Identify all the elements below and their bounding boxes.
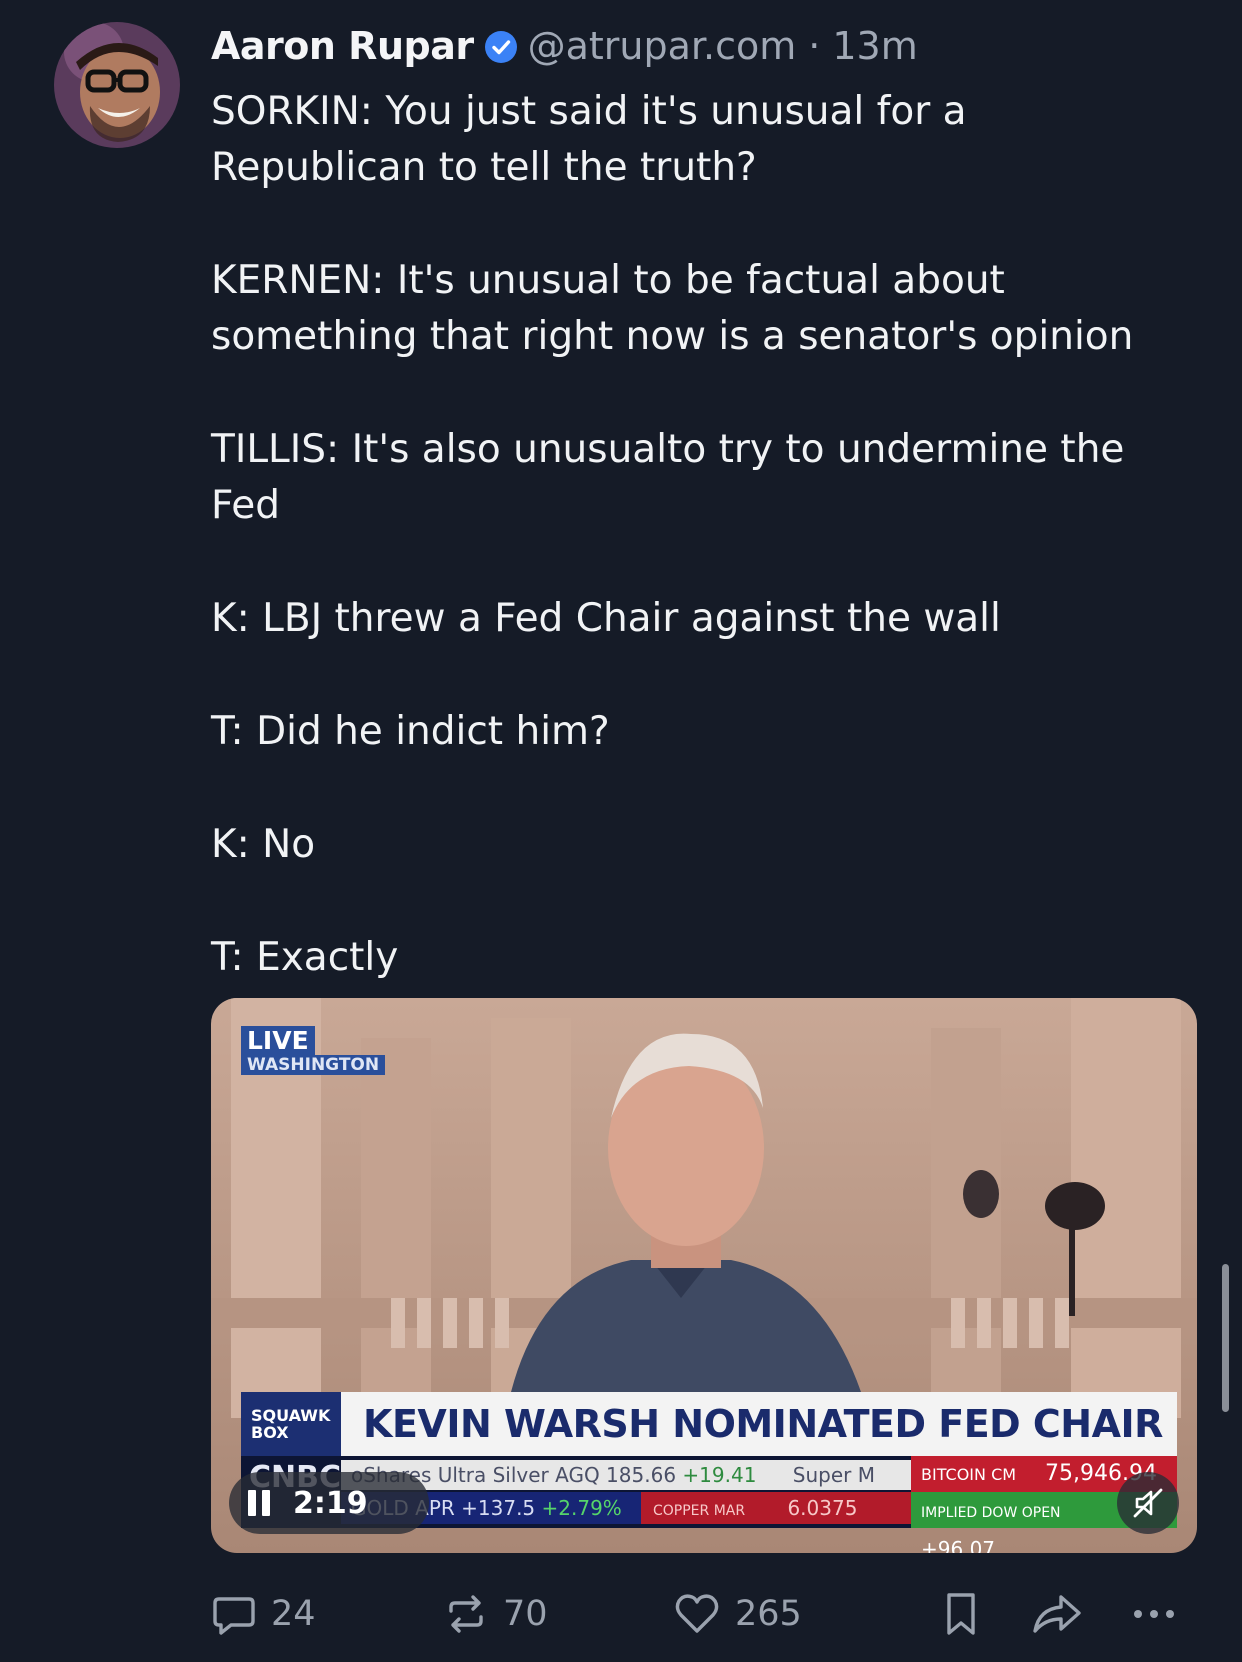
ticker-change: +19.41 xyxy=(682,1463,757,1487)
post-line: K: No xyxy=(211,822,316,867)
video-duration: 2:19 xyxy=(293,1485,368,1521)
ticker-item: Super M xyxy=(792,1463,875,1487)
post-timestamp[interactable]: 13m xyxy=(832,24,917,68)
share-icon xyxy=(1033,1595,1081,1633)
post-line: something that right now is a senator's … xyxy=(211,314,1134,359)
post-header: Aaron Rupar @atrupar.com · 13m xyxy=(211,18,918,74)
show-name: SQUAWK BOX xyxy=(241,1392,341,1456)
repost-button[interactable]: 70 xyxy=(443,1586,548,1642)
like-button[interactable]: 265 xyxy=(673,1586,802,1642)
repost-icon xyxy=(449,1595,483,1633)
post-actions: 24 70 265 xyxy=(211,1586,1211,1642)
ticker-row-top: oShares Ultra Silver AGQ 185.66 +19.41 S… xyxy=(341,1460,911,1490)
author-handle[interactable]: @atrupar.com xyxy=(528,24,797,68)
ticker-label: IMPLIED DOW OPEN xyxy=(921,1505,1061,1521)
ticker-label: COPPER MAR xyxy=(653,1503,746,1519)
ticker-value: 6.0375 xyxy=(787,1496,858,1520)
heart-icon xyxy=(675,1594,719,1633)
bookmark-button[interactable] xyxy=(941,1586,995,1642)
author-name[interactable]: Aaron Rupar xyxy=(211,24,474,68)
ticker-copper: COPPER MAR 6.0375 xyxy=(641,1492,923,1524)
reply-button[interactable]: 24 xyxy=(211,1586,316,1642)
reply-count: 24 xyxy=(271,1594,316,1634)
post-line: T: Did he indict him? xyxy=(211,709,610,754)
scrollbar[interactable] xyxy=(1222,1264,1229,1412)
ticker-change: +2.79% xyxy=(541,1496,622,1520)
playback-control[interactable]: 2:19 xyxy=(229,1472,429,1534)
separator-dot: · xyxy=(808,24,821,68)
mute-toggle-button[interactable] xyxy=(1117,1472,1179,1534)
post-line: Fed xyxy=(211,483,281,528)
like-count: 265 xyxy=(735,1594,802,1634)
share-button[interactable] xyxy=(1031,1586,1097,1642)
post-line: Republican to tell the truth? xyxy=(211,145,757,190)
post-line: T: Exactly xyxy=(211,935,399,980)
post-line: K: LBJ threw a Fed Chair against the wal… xyxy=(211,596,1001,641)
location-label: WASHINGTON xyxy=(241,1055,386,1075)
ticker-value: +96.07 xyxy=(921,1537,996,1553)
author-avatar[interactable] xyxy=(54,22,180,148)
chyron-headline: KEVIN WARSH NOMINATED FED CHAIR xyxy=(341,1392,1177,1456)
chyron: SQUAWK BOX KEVIN WARSH NOMINATED FED CHA… xyxy=(241,1392,1177,1456)
live-label: LIVE xyxy=(241,1026,315,1056)
post-text: SORKIN: You just said it's unusual for a… xyxy=(211,84,1211,986)
reply-icon xyxy=(213,1597,255,1635)
more-options-button[interactable] xyxy=(1129,1586,1193,1642)
verified-badge-icon xyxy=(484,29,518,63)
post-line: SORKIN: You just said it's unusual for a xyxy=(211,89,967,134)
ticker-label: BITCOIN CM xyxy=(921,1465,1017,1484)
post-line: KERNEN: It's unusual to be factual about xyxy=(211,258,1005,303)
bookmark-icon xyxy=(947,1593,975,1635)
pause-icon[interactable] xyxy=(229,1473,289,1533)
more-icon xyxy=(1134,1610,1174,1618)
muted-speaker-icon xyxy=(1133,1488,1163,1518)
post-line: TILLIS: It's also unusualto try to under… xyxy=(211,427,1125,472)
repost-count: 70 xyxy=(503,1594,548,1634)
video-player[interactable]: LIVE WASHINGTON SQUAWK BOX KEVIN WARSH N… xyxy=(211,998,1197,1553)
